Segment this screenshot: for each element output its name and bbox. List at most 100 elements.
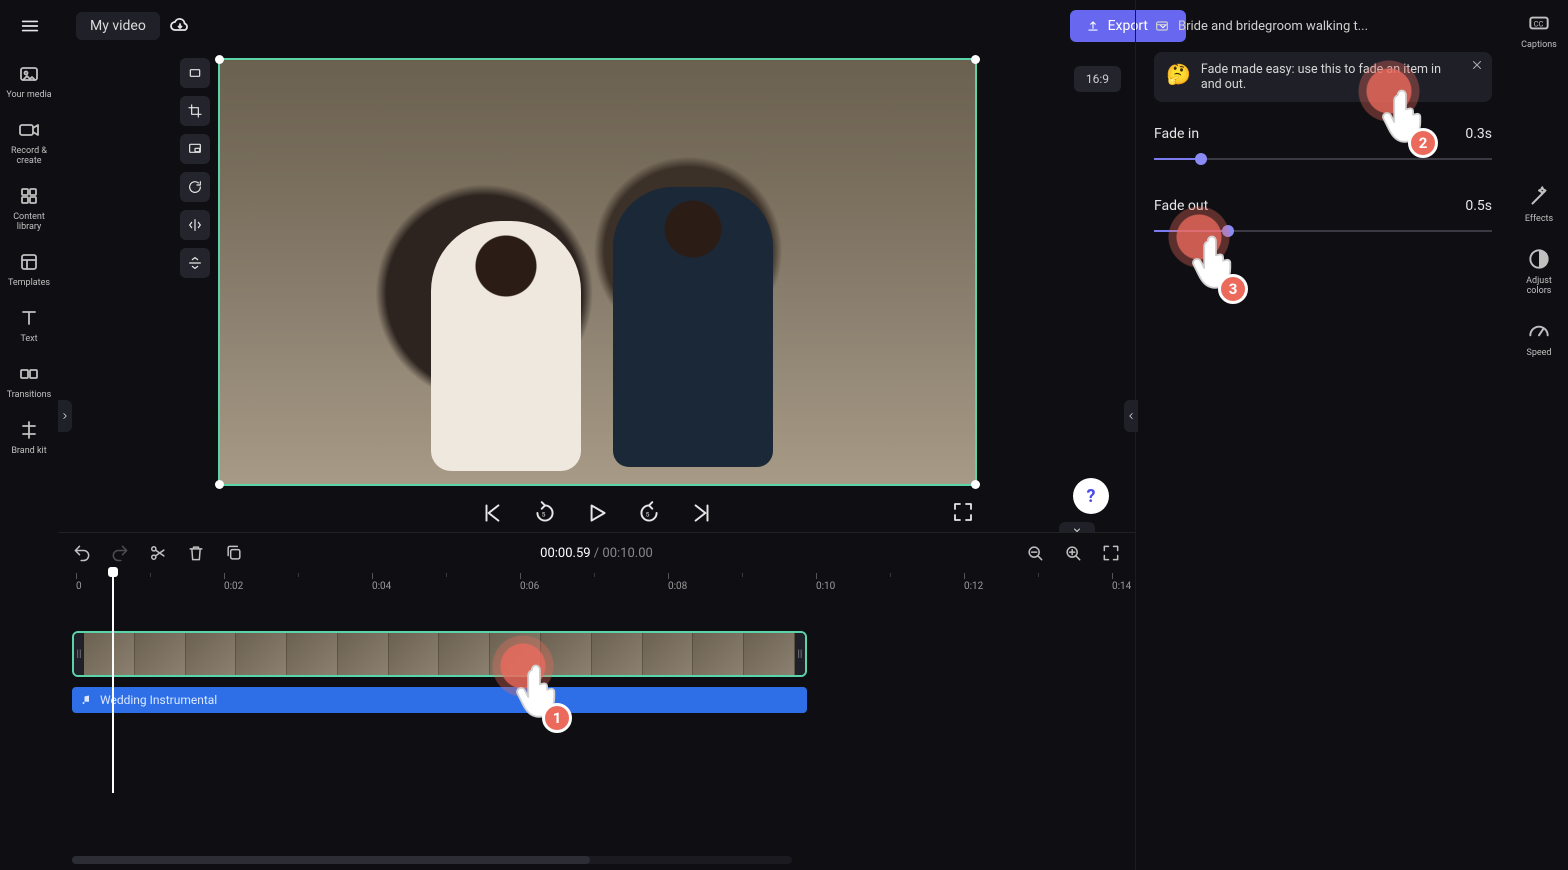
sidebar-text[interactable]: Text [3,306,55,344]
speed-tab[interactable]: Speed [1513,318,1565,358]
fade-in-label: Fade in [1154,126,1199,142]
templates-icon [17,250,41,274]
sidebar-content-library[interactable]: Content library [3,184,55,232]
flip-v-tool[interactable] [180,248,210,278]
ruler-tick: 0:02 [224,573,243,592]
playhead[interactable] [112,573,114,793]
preview-area: 16:9 5 5 ? [58,52,1135,532]
sidebar-templates[interactable]: Templates [3,250,55,288]
timecode-display: 00:00.59 / 00:10.00 [540,546,653,561]
canvas-tool-column [180,58,210,278]
dismiss-tip-button[interactable] [1470,58,1484,76]
resize-handle-bl[interactable] [215,480,224,489]
audio-clip[interactable]: Wedding Instrumental [72,687,807,713]
fade-out-slider[interactable] [1154,224,1492,238]
effects-tab[interactable]: Effects [1513,184,1565,224]
ruler-tick: 0:10 [816,573,835,592]
clip-title: Bride and bridegroom walking t... [1178,19,1368,34]
resize-handle-tl[interactable] [215,55,224,64]
svg-text:5: 5 [541,510,545,518]
ruler-tick: 0:04 [372,573,391,592]
fade-in-knob[interactable] [1195,153,1207,165]
sidebar-your-media[interactable]: Your media [3,62,55,100]
forward-5s-button[interactable]: 5 [636,500,662,526]
redo-button[interactable] [110,543,130,563]
svg-text:CC: CC [1534,19,1544,28]
project-title[interactable]: My video [76,12,160,40]
hamburger-menu[interactable] [12,8,48,44]
fade-in-value: 0.3s [1465,126,1492,142]
gauge-icon [1526,318,1552,344]
crop-tool[interactable] [180,96,210,126]
zoom-out-button[interactable] [1025,543,1045,563]
clip-icon [1154,18,1170,34]
video-clip[interactable]: || || [72,631,807,677]
tip-text: Fade made easy: use this to fade an item… [1201,62,1456,92]
cloud-sync-icon [168,14,192,38]
zoom-fit-button[interactable] [1101,543,1121,563]
fade-tip-card: 🤔 Fade made easy: use this to fade an it… [1154,52,1492,102]
skip-end-button[interactable] [688,500,714,526]
resize-handle-tr[interactable] [971,55,980,64]
skip-start-button[interactable] [480,500,506,526]
camera-icon [17,118,41,142]
transitions-icon [17,362,41,386]
help-button[interactable]: ? [1073,478,1109,514]
captions-icon: CC [1526,10,1552,36]
timeline-area: 00:00.59 / 00:10.00 0 0:02 0:04 0:06 0:08 0:1… [58,532,1135,870]
flip-h-tool[interactable] [180,210,210,240]
timeline-scrollbar[interactable] [72,856,792,864]
upload-icon [1086,19,1100,33]
rewind-5s-button[interactable]: 5 [532,500,558,526]
ruler-tick: 0:06 [520,573,539,592]
aspect-ratio-selector[interactable]: 16:9 [1074,66,1121,92]
right-panel-collapse-toggle[interactable] [1124,400,1138,432]
clip-left-handle[interactable]: || [74,633,84,675]
fade-out-value: 0.5s [1465,198,1492,214]
left-sidebar: Your media Record & create Content libra… [0,52,58,870]
resize-handle-br[interactable] [971,480,980,489]
fade-out-label: Fade out [1154,198,1208,214]
library-icon [17,184,41,208]
right-sidebar: CC Captions Effects Adjust colors Speed [1510,0,1568,870]
media-icon [17,62,41,86]
ruler-tick: 0 [76,573,82,592]
split-button[interactable] [148,543,168,563]
duplicate-button[interactable] [224,543,244,563]
play-button[interactable] [584,500,610,526]
fit-tool[interactable] [180,58,210,88]
fullscreen-button[interactable] [951,500,975,524]
ruler-tick: 0:14 [1112,573,1131,592]
contrast-icon [1526,246,1552,272]
text-icon [17,306,41,330]
fade-out-knob[interactable] [1222,225,1234,237]
undo-button[interactable] [72,543,92,563]
rotate-tool[interactable] [180,172,210,202]
transport-controls: 5 5 [480,500,714,526]
pip-tool[interactable] [180,134,210,164]
ruler-tick: 0:08 [668,573,687,592]
fade-in-slider[interactable] [1154,152,1492,166]
preview-content [613,187,773,467]
wand-icon [1526,184,1552,210]
preview-canvas[interactable] [218,58,977,486]
ruler-tick: 0:12 [964,573,983,592]
adjust-colors-tab[interactable]: Adjust colors [1513,246,1565,296]
svg-text:5: 5 [645,510,649,518]
timeline-tracks: || || Wedding Instrumental [72,631,1127,713]
clip-right-handle[interactable]: || [795,633,805,675]
timeline-ruler[interactable]: 00:020:040:060:080:100:120:14 [72,573,1127,597]
sidebar-record-create[interactable]: Record & create [3,118,55,166]
captions-tab[interactable]: CC Captions [1513,10,1565,50]
timeline-toolbar: 00:00.59 / 00:10.00 [58,533,1135,573]
delete-button[interactable] [186,543,206,563]
preview-content [431,221,581,471]
properties-panel: Bride and bridegroom walking t... 🤔 Fade… [1135,0,1510,870]
brandkit-icon [17,418,41,442]
zoom-in-button[interactable] [1063,543,1083,563]
scrollbar-thumb[interactable] [72,856,590,864]
audio-clip-label: Wedding Instrumental [100,693,217,707]
sidebar-brand-kit[interactable]: Brand kit [3,418,55,456]
sidebar-transitions[interactable]: Transitions [3,362,55,400]
music-note-icon [80,694,92,706]
